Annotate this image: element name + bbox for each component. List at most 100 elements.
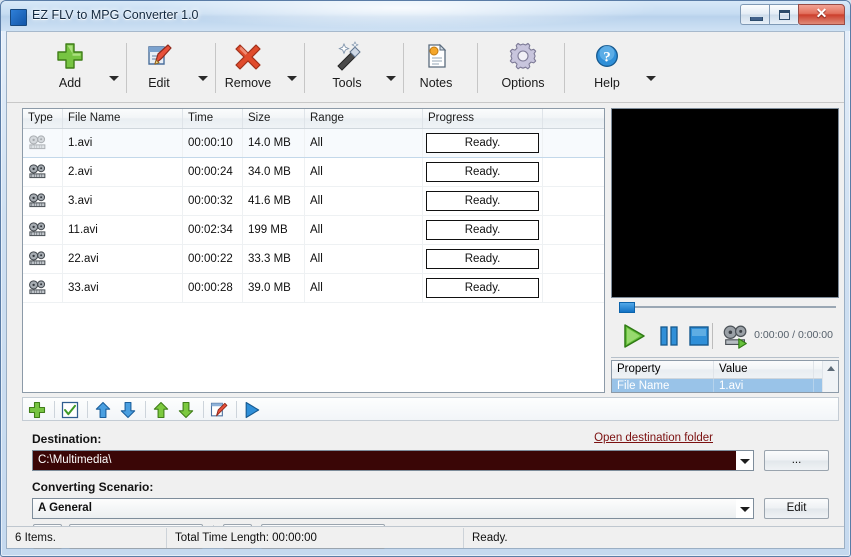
row-range: All — [305, 158, 423, 186]
arrow-up-green-icon — [153, 401, 169, 419]
toolbar-button-options[interactable]: Options — [486, 38, 560, 100]
move-up-button[interactable] — [93, 400, 115, 420]
toolbar-button-edit[interactable]: Edit — [122, 38, 196, 100]
progress-indicator: Ready. — [426, 133, 539, 153]
table-row[interactable]: 22.avi 00:00:22 33.3 MB All Ready. — [23, 245, 604, 274]
seek-bar[interactable] — [611, 300, 839, 314]
table-row[interactable]: 2.avi 00:00:24 34.0 MB All Ready. — [23, 158, 604, 187]
table-row[interactable]: 1.avi 00:00:10 14.0 MB All Ready. — [23, 129, 604, 158]
stop-button[interactable] — [684, 321, 714, 351]
toolbar-dropdown-edit[interactable] — [197, 72, 209, 84]
move-bottom-button[interactable] — [176, 400, 198, 420]
row-time: 00:00:10 — [183, 129, 243, 157]
row-range: All — [305, 187, 423, 215]
row-size: 41.6 MB — [243, 187, 305, 215]
table-row[interactable]: 3.avi 00:00:32 41.6 MB All Ready. — [23, 187, 604, 216]
scenario-dropdown-arrow[interactable] — [736, 499, 753, 518]
progress-indicator: Ready. — [426, 191, 539, 211]
svg-text:?: ? — [603, 50, 611, 66]
scroll-up-icon[interactable] — [827, 366, 835, 371]
toolbar-dropdown-add[interactable] — [108, 72, 120, 84]
minimize-button[interactable] — [740, 4, 769, 25]
row-filename: 33.avi — [63, 274, 183, 302]
toolbar-button-add[interactable]: Add — [33, 38, 107, 100]
column-header-range[interactable]: Range — [305, 109, 423, 128]
scenario-value[interactable]: A General — [33, 499, 736, 518]
value-column-header[interactable]: Value — [714, 361, 814, 378]
minimize-icon — [750, 17, 763, 21]
remove-icon — [211, 38, 285, 74]
property-row-filename[interactable]: File Name 1.avi — [612, 379, 838, 392]
browse-destination-button[interactable]: ... — [764, 450, 829, 471]
film-icon — [29, 251, 46, 266]
column-header-progress[interactable]: Progress — [423, 109, 543, 128]
column-header-type[interactable]: Type — [23, 109, 63, 128]
time-readout: 0:00:00 / 0:00:00 — [754, 329, 833, 341]
seek-thumb[interactable] — [619, 302, 636, 313]
snapshot-button[interactable] — [721, 321, 751, 351]
play-blue-icon — [245, 401, 260, 419]
maximize-icon — [779, 10, 790, 20]
toolbar-label-options: Options — [501, 76, 545, 90]
plus-icon — [33, 38, 107, 74]
scenario-combo[interactable]: A General — [32, 498, 754, 519]
move-down-button[interactable] — [118, 400, 140, 420]
row-time: 00:00:24 — [183, 158, 243, 186]
toolbar-dropdown-tools[interactable] — [385, 72, 397, 84]
open-destination-folder-link[interactable]: Open destination folder — [594, 432, 713, 444]
maximize-button[interactable] — [769, 4, 798, 25]
checkbox-icon — [61, 401, 79, 419]
table-row[interactable]: 33.avi 00:00:28 39.0 MB All Ready. — [23, 274, 604, 303]
toolbar-label-notes: Notes — [419, 76, 453, 90]
stop-icon — [689, 326, 709, 346]
toolbar-dropdown-help[interactable] — [645, 72, 657, 84]
column-header-time[interactable]: Time — [183, 109, 243, 128]
row-filename: 2.avi — [63, 158, 183, 186]
toolbar-button-help[interactable]: ? Help — [570, 38, 644, 100]
toolbar-dropdown-remove[interactable] — [286, 72, 298, 84]
move-top-button[interactable] — [151, 400, 173, 420]
column-header-size[interactable]: Size — [243, 109, 305, 128]
arrow-down-green-icon — [178, 401, 194, 419]
film-play-icon — [723, 325, 747, 349]
mini-toolbar-separator — [87, 401, 88, 418]
row-progress-cell: Ready. — [423, 216, 543, 244]
destination-input[interactable]: C:\Multimedia\ — [33, 451, 736, 470]
toolbar-button-tools[interactable]: Tools — [310, 38, 384, 100]
film-icon — [29, 164, 46, 179]
pause-icon — [660, 326, 678, 346]
video-preview[interactable] — [611, 108, 839, 298]
row-spacer — [543, 187, 604, 215]
table-row[interactable]: 11.avi 00:02:34 199 MB All Ready. — [23, 216, 604, 245]
row-filename: 3.avi — [63, 187, 183, 215]
file-list[interactable]: Type File Name Time Size Range Progress … — [22, 108, 605, 393]
toolbar-button-remove[interactable]: Remove — [211, 38, 285, 100]
row-progress-cell: Ready. — [423, 158, 543, 186]
row-spacer — [543, 158, 604, 186]
scenario-label: Converting Scenario: — [32, 480, 154, 494]
preview-button[interactable] — [242, 400, 264, 420]
destination-dropdown-arrow[interactable] — [736, 451, 753, 470]
edit-item-button[interactable] — [209, 400, 231, 420]
close-button[interactable]: ✕ — [798, 4, 845, 25]
client-area: Add Edit Remove Tools Notes Options ? He… — [6, 31, 845, 549]
status-total-time: Total Time Length: 00:00:00 — [167, 527, 464, 548]
property-grid[interactable]: Property Value File Name 1.avi — [611, 360, 839, 393]
row-filename: 1.avi — [63, 129, 183, 157]
toolbar-button-notes[interactable]: Notes — [399, 38, 473, 100]
scenario-edit-button[interactable]: Edit — [764, 498, 829, 519]
destination-combo[interactable]: C:\Multimedia\ — [32, 450, 754, 471]
file-list-header: Type File Name Time Size Range Progress — [23, 109, 604, 129]
property-column-header[interactable]: Property — [612, 361, 714, 378]
add-item-button[interactable] — [27, 400, 49, 420]
column-header-filename[interactable]: File Name — [63, 109, 183, 128]
row-size: 14.0 MB — [243, 129, 305, 157]
pause-button[interactable] — [654, 321, 684, 351]
row-spacer — [543, 129, 604, 157]
property-name: File Name — [612, 379, 714, 392]
play-button[interactable] — [619, 321, 649, 351]
film-icon — [29, 193, 46, 208]
list-mini-toolbar — [22, 397, 839, 421]
property-grid-scrollbar[interactable] — [822, 361, 838, 392]
check-all-button[interactable] — [60, 400, 82, 420]
